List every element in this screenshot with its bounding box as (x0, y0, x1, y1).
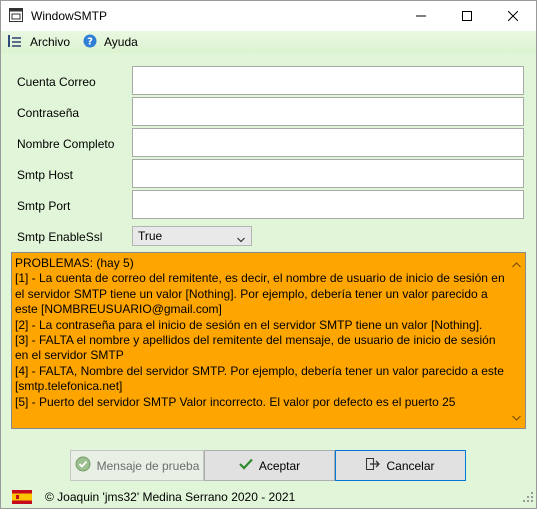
minimize-icon (416, 15, 426, 17)
nombre-completo-label: Nombre Completo (17, 137, 115, 151)
test-message-button[interactable]: Mensaje de prueba (70, 450, 204, 481)
close-icon (508, 11, 518, 21)
nombre-completo-input[interactable] (132, 128, 524, 157)
cancel-label: Cancelar (386, 458, 435, 473)
scroll-up-icon[interactable] (512, 257, 521, 271)
menu-ayuda-label: Ayuda (104, 35, 138, 49)
checkmark-icon (239, 458, 253, 473)
smtp-enablessl-label: Smtp EnableSsl (17, 230, 103, 244)
check-circle-icon (75, 456, 91, 475)
problems-text: PROBLEMAS: (hay 5) [1] - La cuenta de co… (15, 256, 505, 409)
help-icon: ? (83, 34, 97, 51)
contrasena-label: Contraseña (17, 106, 80, 120)
chevron-down-icon (237, 232, 245, 246)
problems-scrollbar[interactable] (508, 253, 525, 428)
smtp-window: WindowSMTP Archivo ? Ayuda Cuenta Correo… (0, 0, 537, 509)
smtp-host-label: Smtp Host (17, 168, 74, 182)
menu-archivo[interactable]: Archivo (7, 34, 70, 50)
cancel-button[interactable]: Cancelar (335, 450, 466, 481)
accept-button[interactable]: Aceptar (204, 450, 335, 481)
menu-ayuda[interactable]: ? Ayuda (83, 34, 138, 50)
smtp-enablessl-select[interactable]: True (132, 226, 252, 246)
problems-textarea[interactable]: PROBLEMAS: (hay 5) [1] - La cuenta de co… (11, 252, 526, 429)
resize-grip-icon[interactable] (523, 491, 533, 505)
minimize-button[interactable] (398, 1, 444, 31)
copyright-text: © Joaquin 'jms32' Medina Serrano 2020 - … (45, 490, 296, 504)
app-window-icon (9, 8, 23, 22)
svg-text:?: ? (87, 36, 93, 47)
smtp-port-label: Smtp Port (17, 199, 71, 213)
title-bar: WindowSMTP (1, 1, 536, 31)
smtp-host-input[interactable] (132, 159, 524, 188)
cuenta-correo-label: Cuenta Correo (17, 75, 96, 89)
menu-bar: Archivo ? Ayuda (1, 31, 536, 53)
exit-icon (366, 458, 381, 473)
spain-flag-icon (12, 490, 32, 504)
smtp-enablessl-value: True (138, 229, 163, 243)
maximize-button[interactable] (444, 1, 490, 31)
status-bar: © Joaquin 'jms32' Medina Serrano 2020 - … (1, 486, 536, 508)
cuenta-correo-input[interactable] (132, 66, 524, 95)
menu-archivo-label: Archivo (30, 35, 71, 49)
window-title: WindowSMTP (31, 9, 108, 23)
maximize-icon (462, 11, 472, 21)
close-button[interactable] (490, 1, 536, 31)
smtp-port-input[interactable] (132, 190, 524, 219)
test-message-label: Mensaje de prueba (96, 458, 200, 473)
contrasena-input[interactable] (132, 97, 524, 126)
accept-label: Aceptar (258, 458, 301, 473)
file-menu-icon (7, 34, 23, 51)
scroll-down-icon[interactable] (512, 410, 521, 424)
